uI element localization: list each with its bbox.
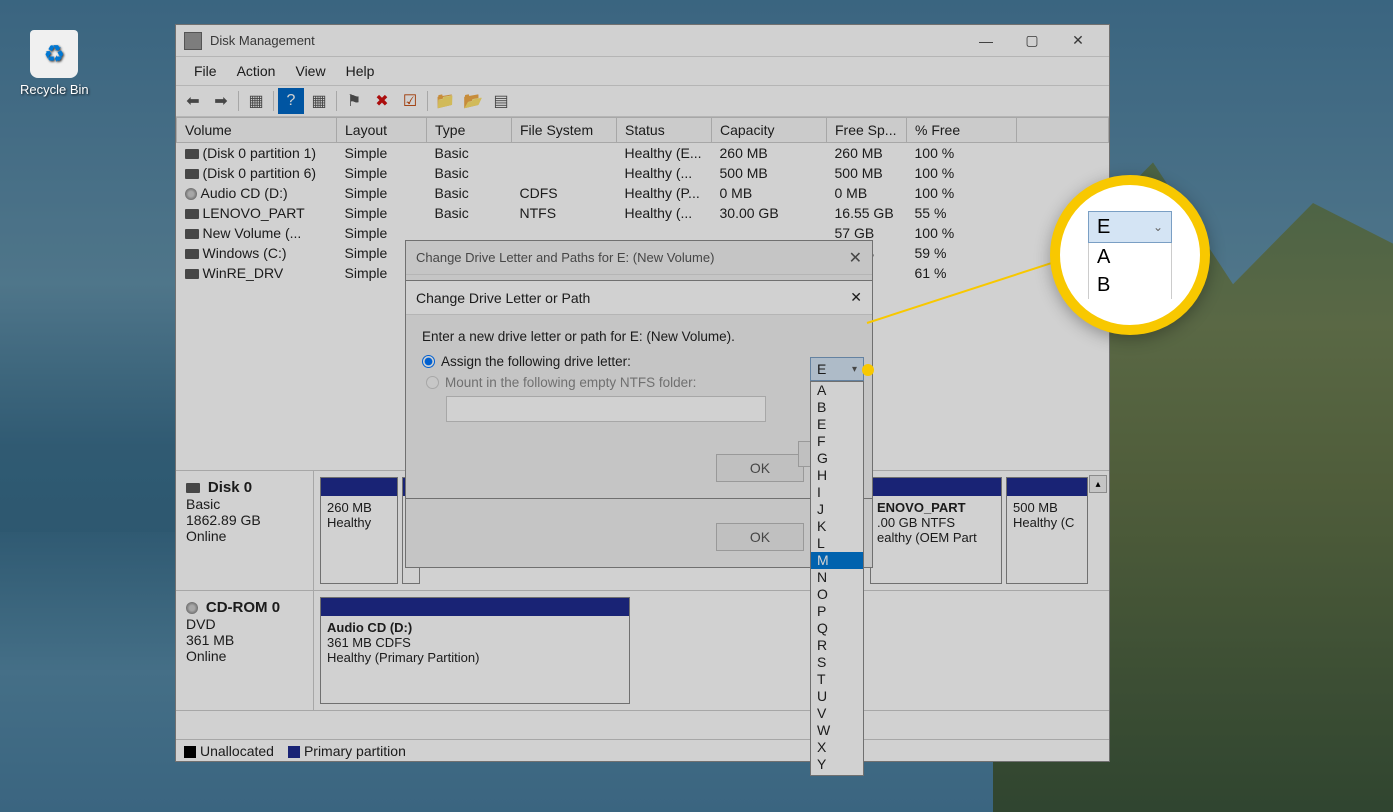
window-title: Disk Management — [210, 33, 963, 48]
dropdown-item[interactable]: U — [811, 688, 863, 705]
dialog-titlebar: Change Drive Letter or Path ✕ — [406, 281, 872, 315]
dialog-prompt: Enter a new drive letter or path for E: … — [422, 329, 856, 344]
dropdown-item[interactable]: N — [811, 569, 863, 586]
ok-button[interactable]: OK — [716, 523, 804, 551]
dropdown-item[interactable]: T — [811, 671, 863, 688]
table-row[interactable]: LENOVO_PARTSimpleBasicNTFSHealthy (...30… — [177, 203, 1109, 223]
recycle-bin-icon — [30, 30, 78, 78]
mount-folder-radio[interactable]: Mount in the following empty NTFS folder… — [426, 375, 856, 390]
dropdown-item[interactable]: Z — [811, 773, 863, 776]
back-button[interactable]: ⬅ — [180, 88, 206, 114]
dropdown-item[interactable]: B — [811, 399, 863, 416]
dropdown-item[interactable]: A — [811, 382, 863, 399]
folder-button[interactable]: 📁 — [432, 88, 458, 114]
dropdown-item[interactable]: E — [811, 416, 863, 433]
close-icon[interactable]: ✕ — [850, 289, 862, 306]
ok-button[interactable]: OK — [716, 454, 804, 482]
col-type[interactable]: Type — [427, 118, 512, 143]
dropdown-item[interactable]: X — [811, 739, 863, 756]
dropdown-item[interactable]: R — [811, 637, 863, 654]
menu-file[interactable]: File — [184, 61, 227, 81]
close-icon[interactable]: ✕ — [849, 248, 862, 268]
callout-combo: E ⌄ — [1088, 211, 1172, 243]
col-status[interactable]: Status — [617, 118, 712, 143]
app-icon — [184, 32, 202, 50]
dropdown-item[interactable]: W — [811, 722, 863, 739]
dropdown-item[interactable]: O — [811, 586, 863, 603]
col-free[interactable]: Free Sp... — [827, 118, 907, 143]
action-button[interactable]: ⚑ — [341, 88, 367, 114]
partition[interactable]: 260 MB Healthy — [320, 477, 398, 584]
mount-radio-input[interactable] — [426, 376, 439, 389]
change-letter-or-path-dialog: Change Drive Letter or Path ✕ Enter a ne… — [405, 280, 873, 499]
menu-action[interactable]: Action — [227, 61, 286, 81]
assign-letter-radio[interactable]: Assign the following drive letter: — [422, 354, 856, 369]
maximize-button[interactable]: ▢ — [1009, 25, 1055, 57]
disk-row[interactable]: CD-ROM 0 DVD 361 MB Online Audio CD (D:)… — [176, 591, 1109, 711]
table-row[interactable]: Audio CD (D:)SimpleBasicCDFSHealthy (P..… — [177, 183, 1109, 203]
view-button[interactable]: ▦ — [243, 88, 269, 114]
dropdown-item[interactable]: P — [811, 603, 863, 620]
dropdown-item[interactable]: I — [811, 484, 863, 501]
list-button[interactable]: ▤ — [488, 88, 514, 114]
dropdown-item[interactable]: Y — [811, 756, 863, 773]
assign-radio-input[interactable] — [422, 355, 435, 368]
col-capacity[interactable]: Capacity — [712, 118, 827, 143]
dropdown-item[interactable]: L — [811, 535, 863, 552]
dropdown-item[interactable]: J — [811, 501, 863, 518]
col-layout[interactable]: Layout — [337, 118, 427, 143]
dropdown-item[interactable]: S — [811, 654, 863, 671]
scroll-up-arrow[interactable]: ▴ — [1089, 475, 1107, 493]
col-volume[interactable]: Volume — [177, 118, 337, 143]
menu-view[interactable]: View — [285, 61, 335, 81]
callout-zoom: E ⌄ A B — [1050, 175, 1210, 335]
help-button[interactable]: ? — [278, 88, 304, 114]
settings-button[interactable]: ▦ — [306, 88, 332, 114]
chevron-down-icon: ⌄ — [1153, 220, 1163, 234]
table-row[interactable]: (Disk 0 partition 1)SimpleBasicHealthy (… — [177, 143, 1109, 164]
dialog-title: Change Drive Letter and Paths for E: (Ne… — [416, 250, 714, 265]
drive-letter-combo[interactable]: E ▾ — [810, 357, 864, 381]
toolbar: ⬅ ➡ ▦ ? ▦ ⚑ ✖ ☑ 📁 📂 ▤ — [176, 85, 1109, 117]
recycle-bin[interactable]: Recycle Bin — [20, 30, 89, 97]
table-row[interactable]: (Disk 0 partition 6)SimpleBasicHealthy (… — [177, 163, 1109, 183]
dropdown-item[interactable]: Q — [811, 620, 863, 637]
col-spacer — [1017, 118, 1109, 143]
callout-dot — [862, 364, 874, 376]
disk-info: CD-ROM 0 DVD 361 MB Online — [176, 591, 314, 710]
combo-value: E — [817, 361, 826, 377]
dropdown-item[interactable]: H — [811, 467, 863, 484]
close-button[interactable]: ✕ — [1055, 25, 1101, 57]
recycle-bin-label: Recycle Bin — [20, 82, 89, 97]
callout-list: A B — [1088, 243, 1172, 299]
dropdown-item[interactable]: V — [811, 705, 863, 722]
forward-button[interactable]: ➡ — [208, 88, 234, 114]
partition[interactable]: ENOVO_PART .00 GB NTFS ealthy (OEM Part — [870, 477, 1002, 584]
col-pct[interactable]: % Free — [907, 118, 1017, 143]
partition[interactable]: Audio CD (D:) 361 MB CDFS Healthy (Prima… — [320, 597, 630, 704]
menubar: File Action View Help — [176, 57, 1109, 85]
col-fs[interactable]: File System — [512, 118, 617, 143]
partition[interactable]: 500 MB Healthy (C — [1006, 477, 1088, 584]
chevron-down-icon: ▾ — [852, 364, 857, 375]
check-button[interactable]: ☑ — [397, 88, 423, 114]
dialog-titlebar: Change Drive Letter and Paths for E: (Ne… — [406, 241, 872, 275]
dropdown-item[interactable]: K — [811, 518, 863, 535]
table-header-row: Volume Layout Type File System Status Ca… — [177, 118, 1109, 143]
dropdown-item[interactable]: M — [811, 552, 863, 569]
disk-info: Disk 0 Basic 1862.89 GB Online — [176, 471, 314, 590]
menu-help[interactable]: Help — [336, 61, 385, 81]
dialog-title: Change Drive Letter or Path — [416, 290, 590, 306]
dropdown-item[interactable]: F — [811, 433, 863, 450]
drive-letter-dropdown[interactable]: ABEFGHIJKLMNOPQRSTUVWXYZ — [810, 381, 864, 776]
legend: Unallocated Primary partition — [176, 739, 1109, 761]
titlebar: Disk Management — ▢ ✕ — [176, 25, 1109, 57]
minimize-button[interactable]: — — [963, 25, 1009, 57]
delete-button[interactable]: ✖ — [369, 88, 395, 114]
dropdown-item[interactable]: G — [811, 450, 863, 467]
folder-path-input[interactable] — [446, 396, 766, 422]
folder2-button[interactable]: 📂 — [460, 88, 486, 114]
